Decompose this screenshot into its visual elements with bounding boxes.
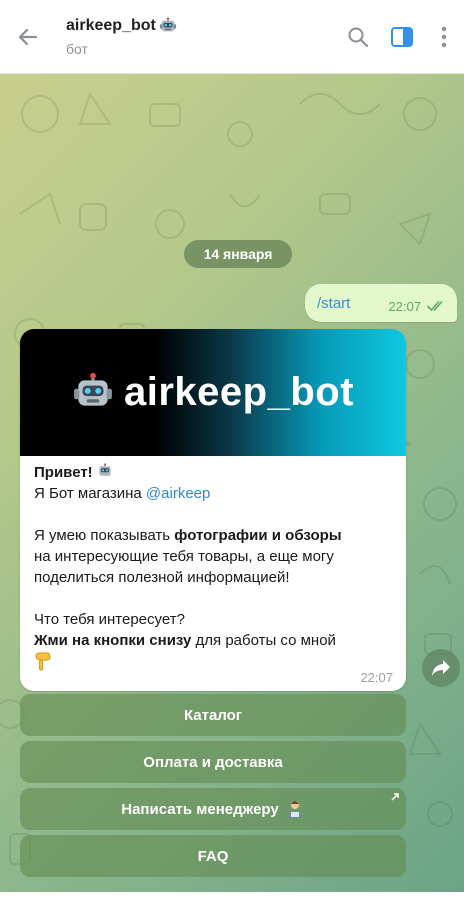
sidebar-toggle-icon — [391, 26, 413, 47]
bottom-bar — [0, 892, 464, 898]
pointing-down-line — [34, 651, 392, 677]
outgoing-message[interactable]: /start 22:07 — [305, 284, 457, 322]
keyboard-button-label: Написать менеджеру — [121, 800, 279, 818]
chat-background: 14 января /start 22:07 airkeep_bot Приве… — [0, 74, 464, 892]
manager-person-icon — [287, 801, 302, 818]
keyboard-button-contact-manager[interactable]: Написать менеджеру — [20, 788, 406, 830]
intro-prefix: Я Бот магазина — [34, 485, 146, 502]
keyboard-button-label: Оплата и доставка — [143, 753, 283, 771]
bot-emoji-icon — [159, 16, 176, 31]
incoming-message-time: 22:07 — [360, 670, 393, 685]
keyboard-button-payment-delivery[interactable]: Оплата и доставка — [20, 741, 406, 783]
chat-info[interactable]: airkeep_bot бот — [56, 17, 336, 57]
share-arrow-icon — [432, 660, 450, 676]
read-checkmarks-icon — [427, 301, 443, 311]
keyboard-button-label: FAQ — [197, 847, 229, 865]
back-arrow-icon — [18, 28, 38, 45]
share-button[interactable] — [422, 649, 460, 687]
message-body: Привет! Я Бот магазина @airkeep Я умею п… — [20, 456, 406, 677]
banner-title: airkeep_bot — [123, 370, 355, 414]
robot-emoji-icon — [99, 463, 111, 476]
greeting-line: Привет! — [34, 462, 392, 483]
instruction-rest: для работы со мной — [191, 632, 336, 649]
chat-title-row: airkeep_bot — [66, 17, 336, 35]
greeting-text: Привет! — [34, 464, 93, 481]
chat-header: airkeep_bot бот — [0, 0, 464, 74]
instruction-bold: Жми на кнопки снизу — [34, 632, 192, 649]
robot-emoji-icon — [74, 372, 112, 406]
message-banner-image[interactable]: airkeep_bot — [20, 329, 406, 456]
sidebar-toggle-button[interactable] — [380, 0, 424, 74]
date-separator: 14 января — [184, 240, 292, 268]
features-line: Я умею показывать фотографии и обзоры — [34, 525, 392, 546]
keyboard-button-faq[interactable]: FAQ — [20, 835, 406, 877]
features-line-3: поделиться полезной информацией! — [34, 569, 290, 586]
chat-title: airkeep_bot — [66, 16, 156, 34]
keyboard-button-label: Каталог — [183, 706, 243, 724]
external-link-arrow-icon — [391, 793, 399, 801]
outgoing-message-time: 22:07 — [388, 298, 421, 314]
question-line: Что тебя интересует? — [34, 611, 185, 628]
pointing-down-hand-icon — [35, 652, 51, 671]
search-icon — [348, 27, 369, 47]
features-bold: фотографии и обзоры — [174, 527, 342, 544]
search-button[interactable] — [336, 0, 380, 74]
intro-line: Я Бот магазина @airkeep — [34, 483, 392, 504]
more-vertical-icon — [441, 26, 447, 47]
back-button[interactable] — [0, 0, 56, 74]
keyboard-button-catalog[interactable]: Каталог — [20, 694, 406, 736]
airkeep-link[interactable]: @airkeep — [146, 485, 210, 502]
chat-subtitle: бот — [66, 40, 88, 57]
features-line-2: на интересующие тебя товары, а еще могу — [34, 548, 334, 565]
outgoing-message-text[interactable]: /start — [317, 295, 350, 312]
incoming-message[interactable]: airkeep_bot Привет! Я Бот магазина @airk… — [20, 329, 406, 691]
features-prefix: Я умею показывать — [34, 527, 175, 544]
instruction-line: Жми на кнопки снизу для работы со мной — [34, 630, 392, 651]
more-menu-button[interactable] — [424, 0, 464, 74]
